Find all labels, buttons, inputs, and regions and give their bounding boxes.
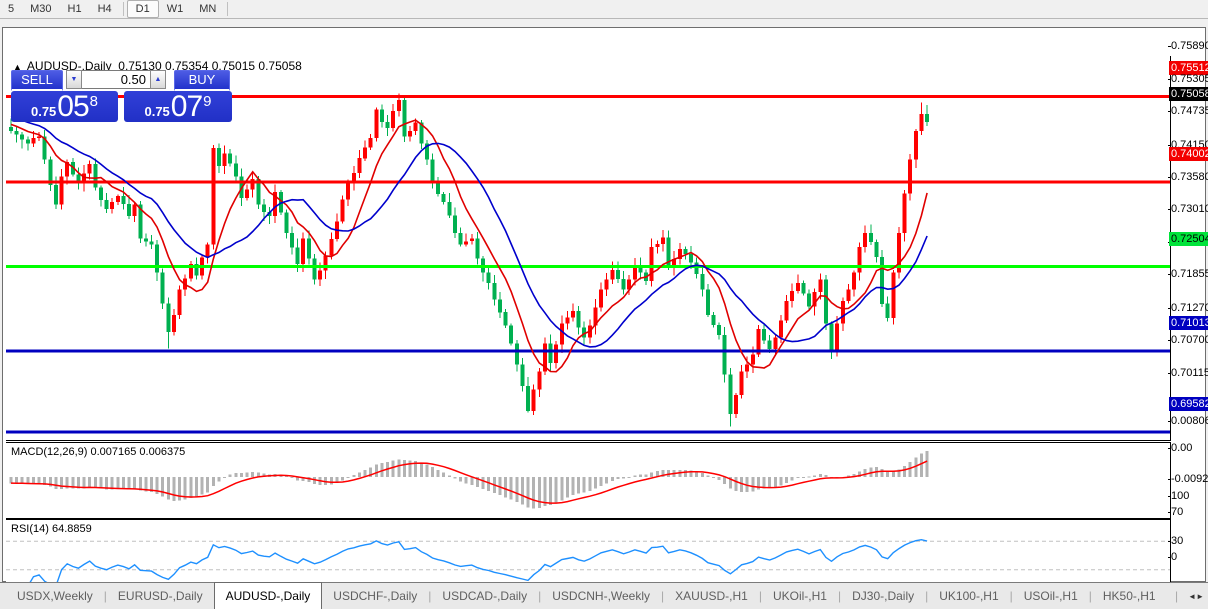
tab-audusd-daily[interactable]: AUDUSD-,Daily — [214, 582, 323, 609]
buy-price-pip: 9 — [203, 93, 211, 110]
tab-usdchf-daily[interactable]: USDCHF-,Daily — [322, 583, 428, 609]
price-badge-0.71013: 0.71013 — [1169, 316, 1208, 330]
price-tick-0.73010: 0.73010 — [1171, 203, 1208, 216]
tab-xauusd-h1[interactable]: XAUUSD-,H1 — [664, 583, 759, 609]
horizontal-level-lines[interactable] — [6, 96, 1170, 432]
sell-price-prefix: 0.75 — [31, 104, 56, 119]
rsi-axis-100: 100 — [1171, 490, 1189, 503]
sell-price-pip: 8 — [90, 93, 98, 110]
macd-signal-line — [11, 461, 927, 503]
price-tick-0.75305: 0.75305 — [1171, 73, 1208, 86]
tab-usoil-h1[interactable]: USOil-,H1 — [1013, 583, 1089, 609]
timeframe-button-d1[interactable]: D1 — [127, 0, 159, 18]
price-tick-0.70700: 0.70700 — [1171, 334, 1208, 347]
tab-usdcad-daily[interactable]: USDCAD-,Daily — [431, 583, 538, 609]
price-badge-0.72504: 0.72504 — [1169, 232, 1208, 246]
tab-divider: | — [1175, 589, 1178, 603]
macd-axis-0.00: 0.00 — [1171, 442, 1192, 455]
timeframe-toolbar: 5M30H1H4 D1W1MN — [0, 0, 1208, 19]
rsi-line — [11, 540, 927, 586]
buy-price-prefix: 0.75 — [144, 104, 169, 119]
sell-button[interactable]: SELL — [11, 70, 63, 91]
volume-decrease-button[interactable]: ▼ — [66, 70, 82, 89]
rsi-levels — [6, 541, 1170, 569]
price-badge-0.74002: 0.74002 — [1169, 147, 1208, 161]
volume-input[interactable] — [82, 70, 150, 89]
timeframe-button-5[interactable]: 5 — [0, 1, 22, 17]
rsi-axis-70: 70 — [1171, 506, 1183, 519]
sell-price-display[interactable]: 0.75 05 8 — [11, 91, 118, 122]
tab-usdcnh-weekly[interactable]: USDCNH-,Weekly — [541, 583, 661, 609]
price-tick-0.71855: 0.71855 — [1171, 268, 1208, 281]
macd-axis--0.009286: -0.009286 — [1171, 473, 1208, 486]
trading-app: 5M30H1H4D1W1MN ▲AUDUSD-,Daily 0.75130 0.… — [0, 0, 1208, 609]
timeframe-button-w1[interactable]: W1 — [159, 1, 192, 17]
timeframe-button-m30[interactable]: M30 — [22, 1, 59, 17]
tab-uk100-h1[interactable]: UK100-,H1 — [928, 583, 1009, 609]
buy-price-big: 07 — [171, 93, 202, 121]
macd-axis-0.008061: 0.008061 — [1171, 415, 1208, 428]
timeframe-button-h1[interactable]: H1 — [60, 1, 90, 17]
ma-fast-line — [11, 120, 927, 372]
timeframe-button-mn[interactable]: MN — [191, 1, 224, 17]
tab-hk50-h1[interactable]: HK50-,H1 — [1092, 583, 1167, 609]
tab-eurusd-daily[interactable]: EURUSD-,Daily — [107, 583, 214, 609]
macd-histogram — [10, 451, 929, 509]
sell-price-big: 05 — [57, 93, 88, 121]
price-tick-0.74735: 0.74735 — [1171, 105, 1208, 118]
rsi-axis-30: 30 — [1171, 535, 1183, 548]
rsi-axis-0: 0 — [1171, 551, 1177, 564]
one-click-trade-panel: SELL ▼ ▲ BUY 0.75 05 8 0.75 07 9 — [11, 70, 233, 122]
toolbar-separator — [123, 2, 124, 16]
price-tick-0.70115: 0.70115 — [1171, 367, 1208, 380]
chart-window: ▲AUDUSD-,Daily 0.75130 0.75354 0.75015 0… — [2, 27, 1206, 582]
toolbar-separator — [227, 2, 228, 16]
candlestick-series — [9, 94, 929, 427]
tab-nav: | ◄► — [1175, 583, 1204, 609]
chart-tab-bar: USDX,Weekly|EURUSD-,DailyAUDUSD-,DailyUS… — [0, 582, 1208, 609]
buy-price-display[interactable]: 0.75 07 9 — [124, 91, 232, 122]
price-tick-0.71270: 0.71270 — [1171, 302, 1208, 315]
rsi-chart — [6, 520, 1170, 591]
tab-dj30-daily[interactable]: DJ30-,Daily — [841, 583, 925, 609]
tab-usdx-weekly[interactable]: USDX,Weekly — [6, 583, 104, 609]
timeframe-button-h4[interactable]: H4 — [90, 1, 120, 17]
ma-slow-line — [11, 116, 927, 347]
rsi-label: RSI(14) 64.8859 — [11, 523, 92, 535]
macd-label: MACD(12,26,9) 0.007165 0.006375 — [11, 446, 185, 458]
price-tick-0.75890: 0.75890 — [1171, 40, 1208, 53]
volume-increase-button[interactable]: ▲ — [150, 70, 166, 89]
buy-button[interactable]: BUY — [174, 70, 230, 91]
price-tick-0.73580: 0.73580 — [1171, 171, 1208, 184]
price-badge-0.69582: 0.69582 — [1169, 397, 1208, 411]
price-axis[interactable]: 0.758900.755120.753050.750580.747350.741… — [1168, 27, 1208, 582]
tab-ukoil-h1[interactable]: UKOil-,H1 — [762, 583, 838, 609]
macd-panel[interactable]: MACD(12,26,9) 0.007165 0.006375 — [6, 442, 1171, 519]
tab-scroll-right-icon[interactable]: ► — [1196, 592, 1204, 601]
tab-scroll-left-icon[interactable]: ◄ — [1188, 592, 1196, 601]
price-badge-0.75058: 0.75058 — [1169, 87, 1208, 101]
